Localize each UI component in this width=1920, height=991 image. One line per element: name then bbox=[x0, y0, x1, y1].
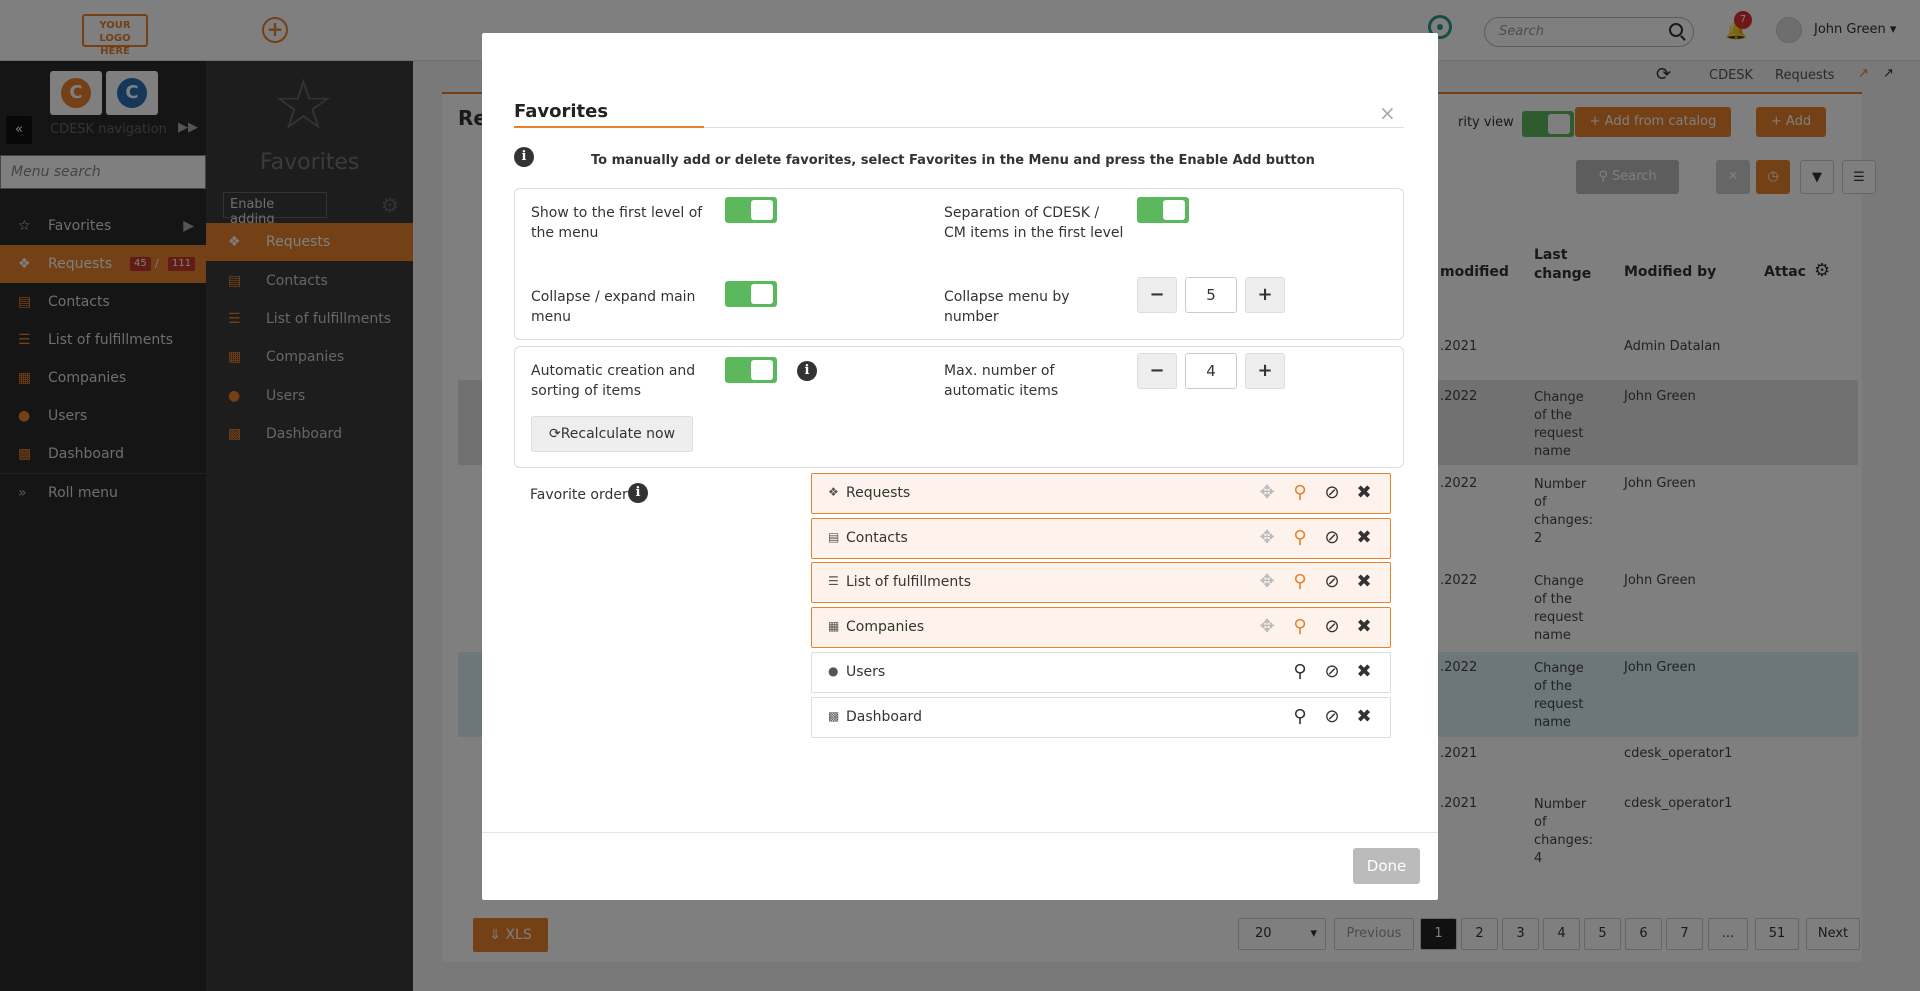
info-icon[interactable]: i bbox=[628, 483, 648, 503]
modal-footer-divider bbox=[482, 832, 1438, 833]
max-auto-input[interactable]: 4 bbox=[1185, 353, 1237, 389]
remove-icon[interactable]: ✖ bbox=[1353, 706, 1375, 728]
title-accent bbox=[514, 126, 704, 128]
refresh-icon: ⟳ bbox=[548, 426, 561, 442]
move-icon[interactable]: ✥ bbox=[1256, 616, 1278, 638]
max-auto-increment-button[interactable]: + bbox=[1245, 353, 1285, 389]
collapse-expand-toggle[interactable] bbox=[725, 281, 777, 307]
order-item-label: Users bbox=[846, 664, 886, 680]
separation-toggle[interactable] bbox=[1137, 197, 1189, 223]
ban-icon[interactable]: ⊘ bbox=[1321, 706, 1343, 728]
info-icon: i bbox=[514, 147, 534, 167]
bar-chart-icon: ▩ bbox=[828, 709, 840, 723]
collapse-by-number-label: Collapse menu by number bbox=[944, 289, 1070, 325]
pin-icon[interactable]: ⚲ bbox=[1289, 482, 1311, 504]
ban-icon[interactable]: ⊘ bbox=[1321, 571, 1343, 593]
max-auto-label: Max. number of automatic items bbox=[944, 363, 1059, 399]
collapse-expand-label: Collapse / expand main menu bbox=[531, 289, 696, 325]
collapse-number-increment-button[interactable]: + bbox=[1245, 277, 1285, 313]
remove-icon[interactable]: ✖ bbox=[1353, 482, 1375, 504]
menu-settings-group: Show to the first level of the menu Sepa… bbox=[514, 188, 1404, 340]
auto-creation-label: Automatic creation and sorting of items bbox=[531, 363, 696, 399]
order-item-label: Requests bbox=[846, 485, 911, 501]
order-item-requests[interactable]: ❖ Requests ✥ ⚲ ⊘ ✖ bbox=[811, 473, 1391, 514]
ban-icon[interactable]: ⊘ bbox=[1321, 616, 1343, 638]
collapse-number-decrement-button[interactable]: − bbox=[1137, 277, 1177, 313]
ban-icon[interactable]: ⊘ bbox=[1321, 661, 1343, 683]
order-item-label: Dashboard bbox=[846, 709, 922, 725]
order-item-list-of-fulfillments[interactable]: ☰ List of fulfillments ✥ ⚲ ⊘ ✖ bbox=[811, 562, 1391, 603]
close-icon[interactable]: × bbox=[1379, 101, 1396, 125]
done-button[interactable]: Done bbox=[1353, 848, 1420, 884]
max-auto-decrement-button[interactable]: − bbox=[1137, 353, 1177, 389]
recalculate-button[interactable]: ⟳Recalculate now bbox=[531, 416, 693, 452]
order-item-label: List of fulfillments bbox=[846, 574, 972, 590]
pin-icon[interactable]: ⚲ bbox=[1289, 571, 1311, 593]
separation-label: Separation of CDESK / CM items in the fi… bbox=[944, 205, 1124, 241]
show-first-level-toggle[interactable] bbox=[725, 197, 777, 223]
list-icon: ☰ bbox=[828, 574, 839, 588]
info-note: To manually add or delete favorites, sel… bbox=[591, 153, 1315, 168]
order-item-users[interactable]: ● Users ⚲ ⊘ ✖ bbox=[811, 652, 1391, 693]
remove-icon[interactable]: ✖ bbox=[1353, 661, 1375, 683]
order-item-contacts[interactable]: ▤ Contacts ✥ ⚲ ⊘ ✖ bbox=[811, 518, 1391, 559]
ban-icon[interactable]: ⊘ bbox=[1321, 482, 1343, 504]
remove-icon[interactable]: ✖ bbox=[1353, 571, 1375, 593]
order-item-label: Contacts bbox=[846, 530, 908, 546]
ban-icon[interactable]: ⊘ bbox=[1321, 527, 1343, 549]
automatic-items-group: Automatic creation and sorting of items … bbox=[514, 346, 1404, 468]
pin-icon[interactable]: ⚲ bbox=[1289, 527, 1311, 549]
building-icon: ▦ bbox=[828, 619, 840, 633]
modal-title: Favorites bbox=[514, 101, 609, 122]
move-icon[interactable]: ✥ bbox=[1256, 571, 1278, 593]
requests-icon: ❖ bbox=[828, 485, 839, 499]
remove-icon[interactable]: ✖ bbox=[1353, 616, 1375, 638]
info-icon[interactable]: i bbox=[797, 361, 817, 381]
move-icon[interactable]: ✥ bbox=[1256, 527, 1278, 549]
order-item-dashboard[interactable]: ▩ Dashboard ⚲ ⊘ ✖ bbox=[811, 697, 1391, 738]
order-item-companies[interactable]: ▦ Companies ✥ ⚲ ⊘ ✖ bbox=[811, 607, 1391, 648]
order-item-label: Companies bbox=[846, 619, 925, 635]
pin-icon[interactable]: ⚲ bbox=[1289, 616, 1311, 638]
auto-creation-toggle[interactable] bbox=[725, 357, 777, 383]
move-icon[interactable]: ✥ bbox=[1256, 482, 1278, 504]
contact-card-icon: ▤ bbox=[828, 530, 840, 544]
favorite-order-label: Favorite order bbox=[530, 487, 628, 503]
pin-icon[interactable]: ⚲ bbox=[1289, 706, 1311, 728]
user-icon: ● bbox=[828, 664, 839, 678]
favorites-settings-modal: Favorites × i To manually add or delete … bbox=[482, 33, 1438, 900]
collapse-number-input[interactable]: 5 bbox=[1185, 277, 1237, 313]
show-first-level-label: Show to the first level of the menu bbox=[531, 205, 703, 241]
remove-icon[interactable]: ✖ bbox=[1353, 527, 1375, 549]
pin-icon[interactable]: ⚲ bbox=[1289, 661, 1311, 683]
recalculate-label: Recalculate now bbox=[560, 426, 676, 442]
